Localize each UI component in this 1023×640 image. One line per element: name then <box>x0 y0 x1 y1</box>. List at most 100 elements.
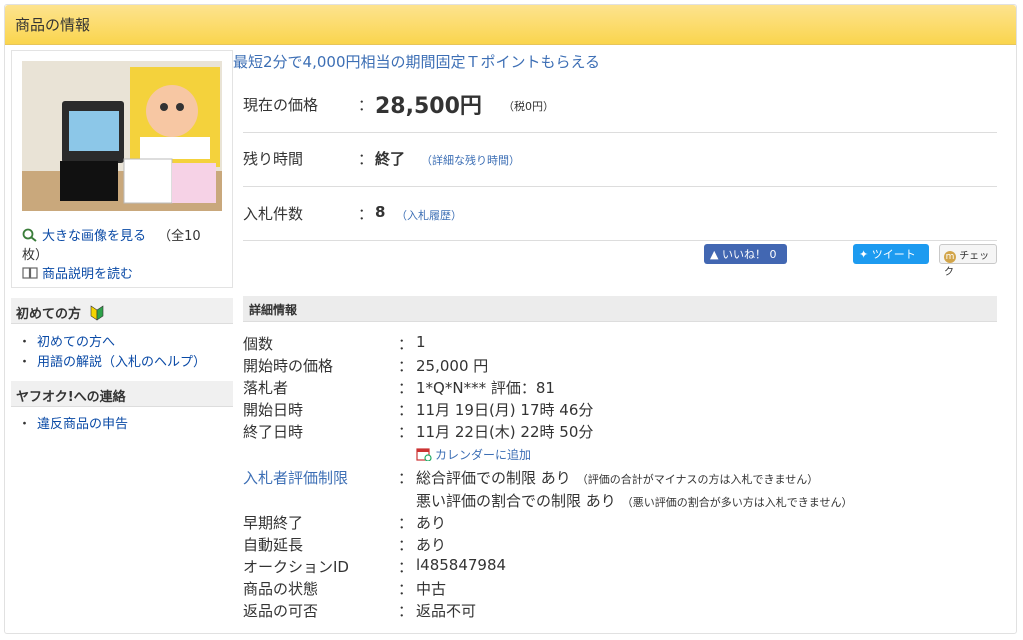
detailed-time-link[interactable]: （詳細な残り時間） <box>421 152 520 168</box>
contact-heading: ヤフオク!への連絡 <box>11 381 233 407</box>
detail-colon: ： <box>398 558 414 576</box>
detail-colon: ： <box>398 401 414 419</box>
sidebar-link-glossary[interactable]: ・用語の解説（入札のヘルプ） <box>18 351 206 370</box>
bid-count-value: 8 <box>375 203 386 221</box>
detail-value: 11月 22日(木) 22時 50分 <box>416 423 594 441</box>
section-title: 商品の情報 <box>15 16 91 34</box>
rating-limit-bad: 悪い評価の割合での制限 あり <box>416 492 616 510</box>
add-to-calendar-label: カレンダーに追加 <box>435 448 532 462</box>
beginner-mark-icon <box>90 305 103 321</box>
magnifier-icon <box>22 228 37 242</box>
detail-label: 商品の状態 <box>243 580 319 598</box>
detail-label: 早期終了 <box>243 514 304 532</box>
calendar-icon <box>416 448 432 462</box>
rating-limit-link[interactable]: 入札者評価制限 <box>243 467 348 488</box>
sidebar-link-first-time[interactable]: ・初めての方へ <box>18 331 115 350</box>
current-price: 28,500円 <box>375 94 482 119</box>
detail-colon: ： <box>398 580 414 598</box>
detail-value: 返品不可 <box>416 602 477 620</box>
product-thumbnail[interactable] <box>22 61 222 211</box>
detail-label: 返品の可否 <box>243 602 319 620</box>
mixi-check-button[interactable]: m チェック <box>939 244 997 278</box>
product-photo-icon <box>22 61 222 211</box>
section-header: 商品の情報 <box>5 5 1016 45</box>
detail-condition: 商品の状態 ： 中古 <box>243 578 997 600</box>
time-left-value: 終了 <box>375 150 406 168</box>
detail-label: 個数 <box>243 335 274 353</box>
price-label: 現在の価格 <box>243 96 319 114</box>
divider <box>243 240 997 241</box>
detail-label: オークションID <box>243 558 349 576</box>
tpoint-promo-link[interactable]: 最短2分で4,000円相当の期間固定Ｔポイントもらえる <box>233 51 600 72</box>
detail-value: あり <box>416 536 447 554</box>
bid-history-link[interactable]: （入札履歴） <box>396 207 462 223</box>
view-large-image-link[interactable]: 大きな画像を見る <box>42 229 146 244</box>
sidebar-link-report[interactable]: ・違反商品の申告 <box>18 413 128 432</box>
tweet-button[interactable]: ✦ ツイート <box>853 244 929 264</box>
detail-colon: ： <box>398 536 414 554</box>
detail-start-date: 開始日時 ： 11月 19日(月) 17時 46分 <box>243 399 997 421</box>
sidebar-link-glossary-label: 用語の解説（入札のヘルプ） <box>37 355 207 370</box>
rating-limit-total: 総合評価での制限 あり <box>416 469 571 487</box>
detail-value: あり <box>416 514 447 532</box>
first-time-heading-text: 初めての方 <box>16 307 82 322</box>
thumbnail-box: 大きな画像を見る （全10 枚） 商品説明を読む <box>11 50 233 288</box>
detail-label: 終了日時 <box>243 423 304 441</box>
detail-value: 1*Q*N*** 評価：81 <box>416 379 555 397</box>
detail-colon: ： <box>398 357 414 375</box>
time-left-label: 残り時間 <box>243 150 304 168</box>
add-to-calendar[interactable]: カレンダーに追加 <box>416 446 531 463</box>
detail-colon: ： <box>398 514 414 532</box>
sidebar-link-report-label: 違反商品の申告 <box>37 417 129 432</box>
bird-icon: ✦ <box>859 248 869 261</box>
tweet-label: ツイート <box>871 248 916 261</box>
calendar-row: カレンダーに追加 <box>243 446 997 464</box>
detail-label: 自動延長 <box>243 536 304 554</box>
detail-rating-limit: 入札者評価制限 ： 総合評価での制限 あり （評価の合計がマイナスの方は入札できま… <box>243 467 997 489</box>
contact-heading-text: ヤフオク!への連絡 <box>16 390 126 405</box>
bid-count-row: 入札件数 ： 8 （入札履歴） <box>243 203 997 225</box>
detail-label: 落札者 <box>243 379 289 397</box>
mixi-icon: m <box>944 251 956 263</box>
image-count-suffix: 枚） <box>22 248 49 263</box>
like-label: いいね！ 0 <box>721 248 777 261</box>
bid-count-label: 入札件数 <box>243 205 304 223</box>
detail-end-date: 終了日時 ： 11月 22日(木) 22時 50分 <box>243 421 997 443</box>
detail-early-end: 早期終了 ： あり <box>243 512 997 534</box>
detail-value: 中古 <box>416 580 447 598</box>
view-large-image: 大きな画像を見る （全10 <box>22 227 201 246</box>
image-count: （全10 <box>158 229 201 244</box>
time-left-colon: ： <box>358 150 374 168</box>
detail-colon: ： <box>398 602 414 620</box>
read-description: 商品説明を読む <box>22 265 133 284</box>
detail-value: 25,000 円 <box>416 357 489 375</box>
rating-limit-total-note: （評価の合計がマイナスの方は入札できません） <box>576 473 819 486</box>
detail-auto-extend: 自動延長 ： あり <box>243 534 997 556</box>
facebook-like-button[interactable]: ▲ いいね！ 0 <box>704 244 787 264</box>
price-tax: （税0円） <box>503 100 554 113</box>
detail-colon: ： <box>398 423 414 441</box>
detail-label: 開始時の価格 <box>243 357 334 375</box>
details-heading: 詳細情報 <box>243 296 997 322</box>
detail-start-price: 開始時の価格 ： 25,000 円 <box>243 355 997 377</box>
detail-colon: ： <box>398 469 414 487</box>
divider <box>243 132 997 133</box>
first-time-heading: 初めての方 <box>11 298 233 324</box>
detail-value: l485847984 <box>416 556 507 574</box>
divider <box>243 186 997 187</box>
rating-limit-bad-note: （悪い評価の割合が多い方は入札できません） <box>621 496 853 509</box>
bid-count-colon: ： <box>358 205 374 223</box>
detail-returns: 返品の可否 ： 返品不可 <box>243 600 997 622</box>
price-row: 現在の価格 ： 28,500円 （税0円） <box>243 88 997 119</box>
detail-label: 開始日時 <box>243 401 304 419</box>
detail-winner: 落札者 ： 1*Q*N*** 評価：81 <box>243 377 997 399</box>
time-left-row: 残り時間 ： 終了 （詳細な残り時間） <box>243 148 997 170</box>
detail-auction-id: オークションID ： l485847984 <box>243 556 997 578</box>
detail-value: 11月 19日(月) 17時 46分 <box>416 401 594 419</box>
read-description-link[interactable]: 商品説明を読む <box>42 267 133 282</box>
book-icon <box>22 267 38 279</box>
thumbs-up-icon: ▲ <box>710 248 719 261</box>
detail-colon: ： <box>398 335 414 353</box>
detail-colon: ： <box>398 379 414 397</box>
sidebar-link-first-time-label: 初めての方へ <box>37 335 116 350</box>
